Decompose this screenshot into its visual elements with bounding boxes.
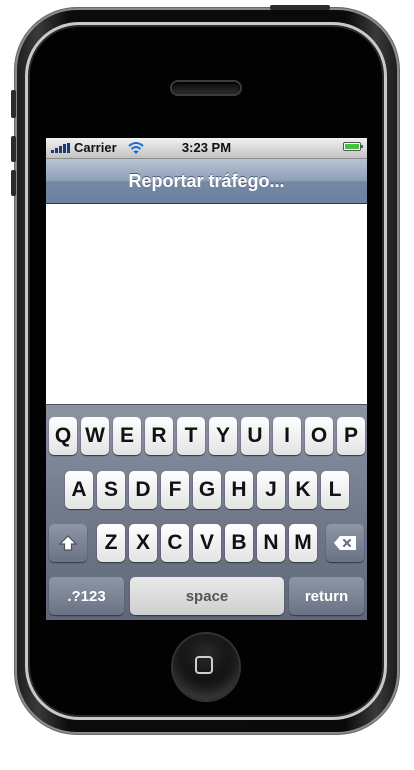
battery-icon xyxy=(343,142,363,151)
status-time: 3:23 PM xyxy=(181,140,232,155)
shift-icon xyxy=(58,535,78,551)
key-l[interactable]: L xyxy=(321,471,349,509)
status-bar: Carrier 3:23 PM xyxy=(46,138,367,159)
key-i[interactable]: I xyxy=(273,417,301,455)
key-y[interactable]: Y xyxy=(209,417,237,455)
key-f[interactable]: F xyxy=(161,471,189,509)
shift-key[interactable] xyxy=(49,524,87,562)
key-p[interactable]: P xyxy=(337,417,365,455)
key-k[interactable]: K xyxy=(289,471,317,509)
volume-up-button xyxy=(11,136,16,162)
key-r[interactable]: R xyxy=(145,417,173,455)
key-c[interactable]: C xyxy=(161,524,189,562)
home-button-icon xyxy=(195,656,213,674)
backspace-icon xyxy=(334,536,356,550)
space-key[interactable]: space xyxy=(130,577,284,615)
key-a[interactable]: A xyxy=(65,471,93,509)
key-w[interactable]: W xyxy=(81,417,109,455)
page-title: Reportar tráfego... xyxy=(128,171,285,191)
key-b[interactable]: B xyxy=(225,524,253,562)
volume-down-button xyxy=(11,170,16,196)
key-v[interactable]: V xyxy=(193,524,221,562)
onscreen-keyboard: Q W E R T Y U I O P A S D F G H J K L Z … xyxy=(46,404,367,620)
return-key[interactable]: return xyxy=(289,577,364,615)
key-u[interactable]: U xyxy=(241,417,269,455)
key-m[interactable]: M xyxy=(289,524,317,562)
key-q[interactable]: Q xyxy=(49,417,77,455)
key-o[interactable]: O xyxy=(305,417,333,455)
sleep-wake-button xyxy=(270,5,330,10)
earpiece-speaker xyxy=(172,82,240,94)
home-button[interactable] xyxy=(173,634,239,700)
ringer-switch xyxy=(11,90,16,118)
key-z[interactable]: Z xyxy=(97,524,125,562)
key-x[interactable]: X xyxy=(129,524,157,562)
key-d[interactable]: D xyxy=(129,471,157,509)
key-s[interactable]: S xyxy=(97,471,125,509)
numbers-key[interactable]: .?123 xyxy=(49,577,124,615)
key-h[interactable]: H xyxy=(225,471,253,509)
delete-key[interactable] xyxy=(326,524,364,562)
key-t[interactable]: T xyxy=(177,417,205,455)
key-e[interactable]: E xyxy=(113,417,141,455)
report-text-area[interactable] xyxy=(46,204,367,404)
screen: Carrier 3:23 PM Reportar tráfego... Q W … xyxy=(46,138,367,620)
key-n[interactable]: N xyxy=(257,524,285,562)
key-j[interactable]: J xyxy=(257,471,285,509)
navigation-bar: Reportar tráfego... xyxy=(46,159,367,204)
key-g[interactable]: G xyxy=(193,471,221,509)
